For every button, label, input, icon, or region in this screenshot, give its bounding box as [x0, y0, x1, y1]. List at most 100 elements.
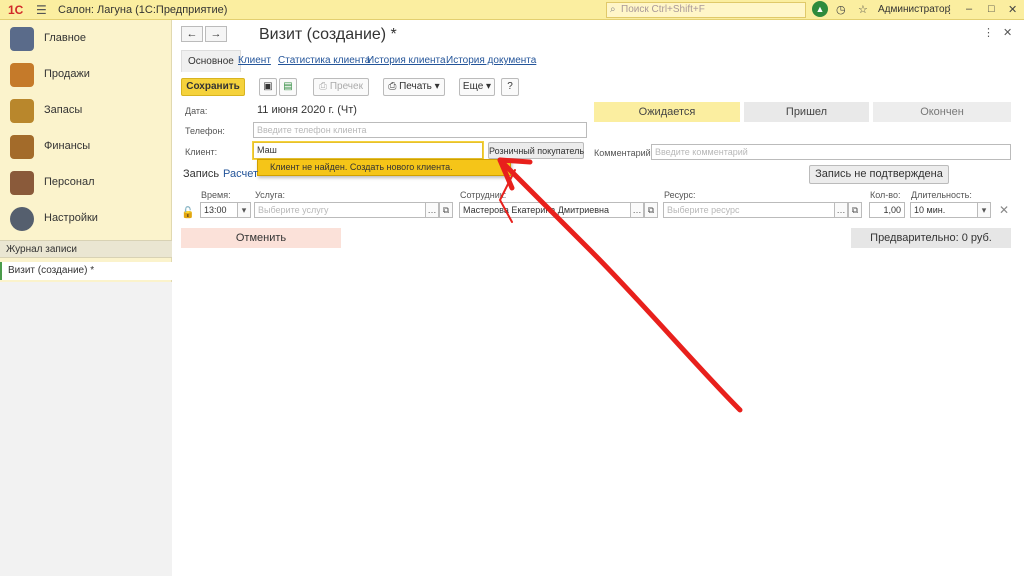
tab-main[interactable]: Основное — [181, 50, 241, 72]
open-icon[interactable]: ⧉ — [439, 202, 453, 218]
prechek-button[interactable]: ⎙ Пречек — [313, 78, 369, 96]
maximize-icon[interactable]: □ — [988, 3, 995, 15]
sidebar-item-label: Настройки — [44, 212, 98, 224]
current-user[interactable]: Администратор — [878, 4, 950, 15]
save-button[interactable]: Сохранить — [181, 78, 245, 96]
boxes-icon — [10, 99, 34, 123]
sidebar-item-label: Запасы — [44, 104, 83, 116]
chevron-down-icon: ▾ — [483, 81, 492, 92]
close-form-icon[interactable]: ✕ — [1003, 26, 1012, 39]
unconfirmed-button[interactable]: Запись не подтверждена — [809, 165, 949, 184]
sidebar-item-settings[interactable]: Настройки — [0, 202, 172, 236]
client-field[interactable]: Маш — [253, 142, 483, 159]
sidebar-item-stock[interactable]: Запасы — [0, 94, 172, 128]
more-button[interactable]: Еще ▾ — [459, 78, 495, 96]
sidebar-item-staff[interactable]: Персонал — [0, 166, 172, 200]
tab-client[interactable]: Клиент — [238, 50, 271, 72]
select-button[interactable]: … — [630, 202, 644, 218]
hamburger-menu-icon[interactable]: ☰ — [36, 3, 47, 17]
sidebar-item-sales[interactable]: Продажи — [0, 58, 172, 92]
chart-icon — [10, 63, 34, 87]
delete-row-icon[interactable]: ✕ — [999, 203, 1009, 217]
sidebar: Главное Продажи Запасы Финансы Персонал … — [0, 20, 172, 576]
journal-header: Журнал записи — [0, 240, 172, 258]
quantity-label: Кол-во: — [870, 190, 901, 200]
employee-label: Сотрудник: — [460, 190, 507, 200]
journal-item[interactable]: Визит (создание) * — [0, 262, 172, 280]
tab-client-history[interactable]: История клиента — [367, 50, 446, 72]
retail-customer-button[interactable]: Розничный покупатель — [488, 142, 584, 159]
printer-icon: ⎙ — [319, 81, 330, 92]
title-bar: 1С ☰ Салон: Лагуна (1С:Предприятие) ⌕ По… — [0, 0, 1024, 20]
comment-label: Комментарий: — [594, 148, 654, 158]
tab-client-stats[interactable]: Статистика клиента — [278, 50, 370, 72]
sidebar-item-label: Персонал — [44, 176, 95, 188]
favorites-icon[interactable]: ☆ — [858, 3, 868, 16]
client-not-found-suggestion[interactable]: Клиент не найден. Создать нового клиента… — [257, 159, 511, 176]
sidebar-item-label: Продажи — [44, 68, 90, 80]
preliminary-total: Предварительно: 0 руб. — [851, 228, 1011, 248]
printer-icon: ⎙ — [388, 81, 400, 92]
time-label: Время: — [201, 190, 231, 200]
open-icon[interactable]: ⧉ — [848, 202, 862, 218]
sidebar-empty-area — [0, 282, 172, 576]
print-label: Печать — [399, 81, 432, 92]
more-label: Еще — [462, 81, 484, 92]
global-search-input[interactable]: ⌕ Поиск Ctrl+Shift+F — [606, 2, 806, 18]
employee-field[interactable]: Мастерова Екатерина Дмитриевна — [459, 202, 631, 218]
prechek-label: Пречек — [329, 81, 363, 92]
app-title: Салон: Лагуна (1С:Предприятие) — [58, 4, 228, 16]
sidebar-item-main[interactable]: Главное — [0, 22, 172, 56]
date-label: Дата: — [185, 106, 208, 116]
subtab-payment[interactable]: Расчет — [223, 168, 258, 180]
people-icon — [10, 171, 34, 195]
subtab-booking[interactable]: Запись — [183, 168, 219, 180]
comment-field[interactable]: Введите комментарий — [651, 144, 1011, 160]
help-button[interactable]: ? — [501, 78, 519, 96]
quantity-field[interactable]: 1,00 — [869, 202, 905, 218]
chevron-down-icon[interactable]: ▾ — [237, 202, 251, 218]
search-icon: ⌕ — [610, 4, 616, 15]
service-field[interactable]: Выберите услугу — [254, 202, 426, 218]
notification-icon[interactable]: ▲ — [812, 1, 828, 17]
duration-field[interactable]: 10 мин. — [910, 202, 978, 218]
time-field[interactable]: 13:00 — [200, 202, 238, 218]
select-button[interactable]: … — [425, 202, 439, 218]
date-value[interactable]: 11 июня 2020 г. (Чт) — [257, 104, 357, 116]
select-button[interactable]: … — [834, 202, 848, 218]
sidebar-item-label: Главное — [44, 32, 87, 44]
write-icon[interactable]: ▣ — [259, 78, 277, 96]
post-and-close-button[interactable]: ▤ — [279, 78, 297, 96]
forward-button[interactable]: → — [205, 26, 227, 42]
resource-field[interactable]: Выберите ресурс — [663, 202, 835, 218]
cancel-button[interactable]: Отменить — [181, 228, 341, 248]
phone-label: Телефон: — [185, 126, 225, 136]
wallet-icon — [10, 135, 34, 159]
chevron-down-icon[interactable]: ▾ — [977, 202, 991, 218]
document-form: ← → Визит (создание) * ⋮ ✕ Основное Клие… — [173, 20, 1024, 576]
status-arrived-button[interactable]: Пришел — [744, 102, 869, 122]
status-finished-button[interactable]: Окончен — [873, 102, 1011, 122]
duration-label: Длительность: — [911, 190, 972, 200]
chevron-down-icon: ▾ — [431, 81, 440, 92]
status-expected-button[interactable]: Ожидается — [594, 102, 740, 122]
close-icon[interactable]: ✕ — [1008, 3, 1017, 16]
tab-document-history[interactable]: История документа — [446, 50, 536, 72]
back-button[interactable]: ← — [181, 26, 203, 42]
phone-field[interactable]: Введите телефон клиента — [253, 122, 587, 138]
clipboard-icon — [10, 27, 34, 51]
sidebar-item-finance[interactable]: Финансы — [0, 130, 172, 164]
print-button[interactable]: ⎙ Печать ▾ — [383, 78, 445, 96]
more-actions-icon[interactable]: ⋮ — [983, 26, 994, 39]
page-title: Визит (создание) * — [259, 26, 397, 43]
app-logo: 1С — [8, 3, 24, 17]
minimize-icon[interactable]: – — [966, 3, 972, 15]
unlock-icon[interactable]: 🔓 — [181, 206, 195, 219]
service-label: Услуга: — [255, 190, 285, 200]
open-icon[interactable]: ⧉ — [644, 202, 658, 218]
resource-label: Ресурс: — [664, 190, 696, 200]
settings-icon[interactable]: ⋮ — [944, 3, 955, 16]
history-icon[interactable]: ◷ — [836, 3, 846, 16]
gear-icon — [10, 207, 34, 231]
client-label: Клиент: — [185, 147, 218, 157]
